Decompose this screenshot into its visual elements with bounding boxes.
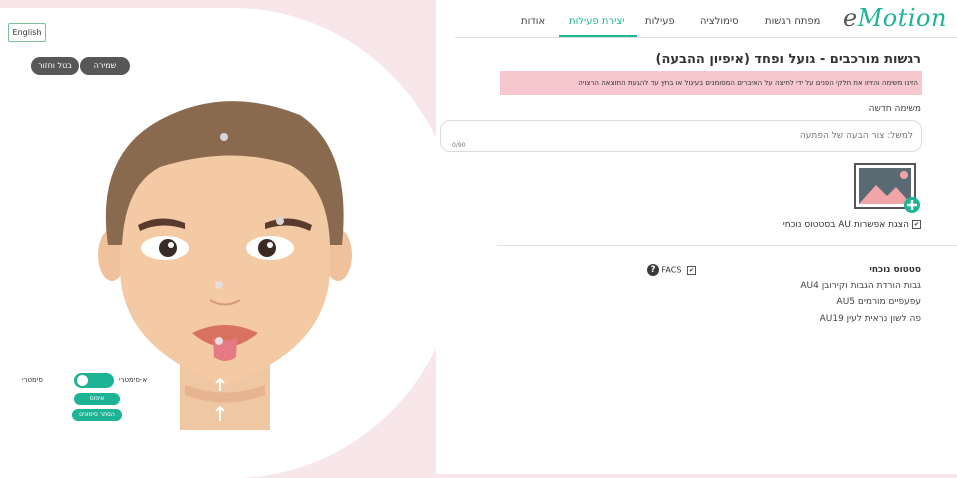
new-task-label: משימה חדשה <box>868 104 921 114</box>
show-au-checkbox[interactable]: ✔ <box>912 220 921 229</box>
status-item-au19: פה לשון נראית לעין AU19 <box>819 314 921 324</box>
asymmetric-label: א-סימטרי <box>119 376 148 384</box>
section-divider <box>497 245 957 246</box>
reset-button[interactable]: איפוס <box>74 393 120 405</box>
top-nav: מפתח רגשות סימולציה פעילות יצירת פעילות … <box>500 13 830 35</box>
toggle-knob <box>77 375 88 386</box>
show-au-option[interactable]: ✔הצגת אפשרות AU בסטטוס נוכחי <box>783 220 921 230</box>
task-input[interactable] <box>440 120 922 152</box>
left-eye-shine <box>168 242 174 248</box>
nav-create-activity[interactable]: יצירת פעילות <box>569 16 625 27</box>
left-pupil[interactable] <box>159 239 177 257</box>
symmetric-label: סימטרי <box>22 376 43 384</box>
eyebrow-control-marker[interactable] <box>276 217 284 225</box>
save-button[interactable]: שמירה <box>80 57 130 75</box>
facs-option[interactable]: ? FACS ✔ <box>647 264 696 276</box>
nose-control-marker[interactable] <box>215 281 223 289</box>
app-logo[interactable]: eMotion <box>843 4 947 32</box>
facs-checkbox[interactable]: ✔ <box>686 265 696 275</box>
char-counter: 0/90 <box>452 142 466 149</box>
nav-simulation[interactable]: סימולציה <box>700 16 739 27</box>
nav-activities[interactable]: פעילות <box>645 16 675 27</box>
logo-main: Motion <box>857 4 947 32</box>
help-icon[interactable]: ? <box>647 264 659 276</box>
instruction-banner: הזינו משימה והזיזו את חלקי הפנים על ידי … <box>500 71 922 95</box>
status-item-au5: עפעפיים מורמים AU5 <box>836 297 921 307</box>
mouth-control-marker[interactable] <box>215 337 223 345</box>
facs-label: FACS <box>661 265 682 275</box>
cancel-button[interactable]: בטל וחזור <box>31 57 79 75</box>
symmetry-toggle-row: סימטרי א-סימטרי <box>22 373 152 389</box>
add-image-icon[interactable] <box>854 163 920 213</box>
language-button[interactable]: English <box>8 23 46 42</box>
app-root: English שמירה בטל וחזור סימטרי א-סימטרי … <box>0 0 957 478</box>
nav-divider <box>455 37 957 38</box>
right-eye-shine <box>267 242 273 248</box>
symmetry-toggle[interactable] <box>74 373 114 388</box>
hide-markers-button[interactable]: הסתר סימונים <box>72 409 122 421</box>
right-pupil[interactable] <box>258 239 276 257</box>
page-title: רגשות מורכבים - גועל ופחד (איפיון ההבעה) <box>655 52 922 67</box>
hair-control-marker[interactable] <box>220 133 228 141</box>
nav-emotion-key[interactable]: מפתח רגשות <box>765 16 820 27</box>
show-au-label: הצגת אפשרות AU בסטטוס נוכחי <box>782 220 909 230</box>
status-title: סטטוס נוכחי <box>869 265 921 275</box>
status-item-au4: גבות הורדת הגבות וקירובן AU4 <box>800 281 921 291</box>
logo-prefix: e <box>843 4 858 32</box>
nav-about[interactable]: אודות <box>521 16 545 27</box>
